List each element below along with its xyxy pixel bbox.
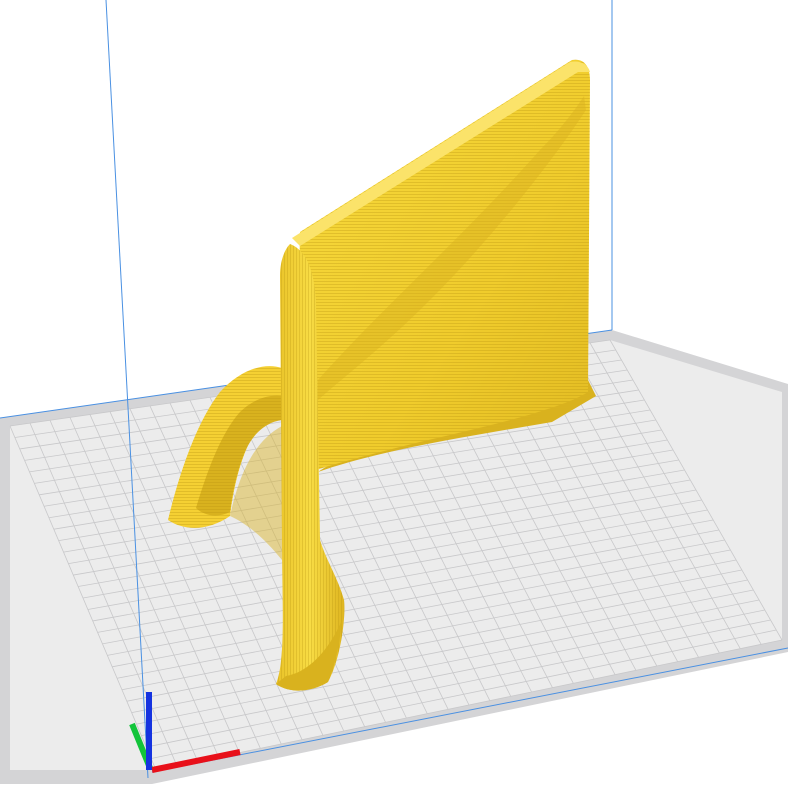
scene-canvas[interactable]	[0, 0, 788, 804]
3d-viewport[interactable]	[0, 0, 788, 804]
